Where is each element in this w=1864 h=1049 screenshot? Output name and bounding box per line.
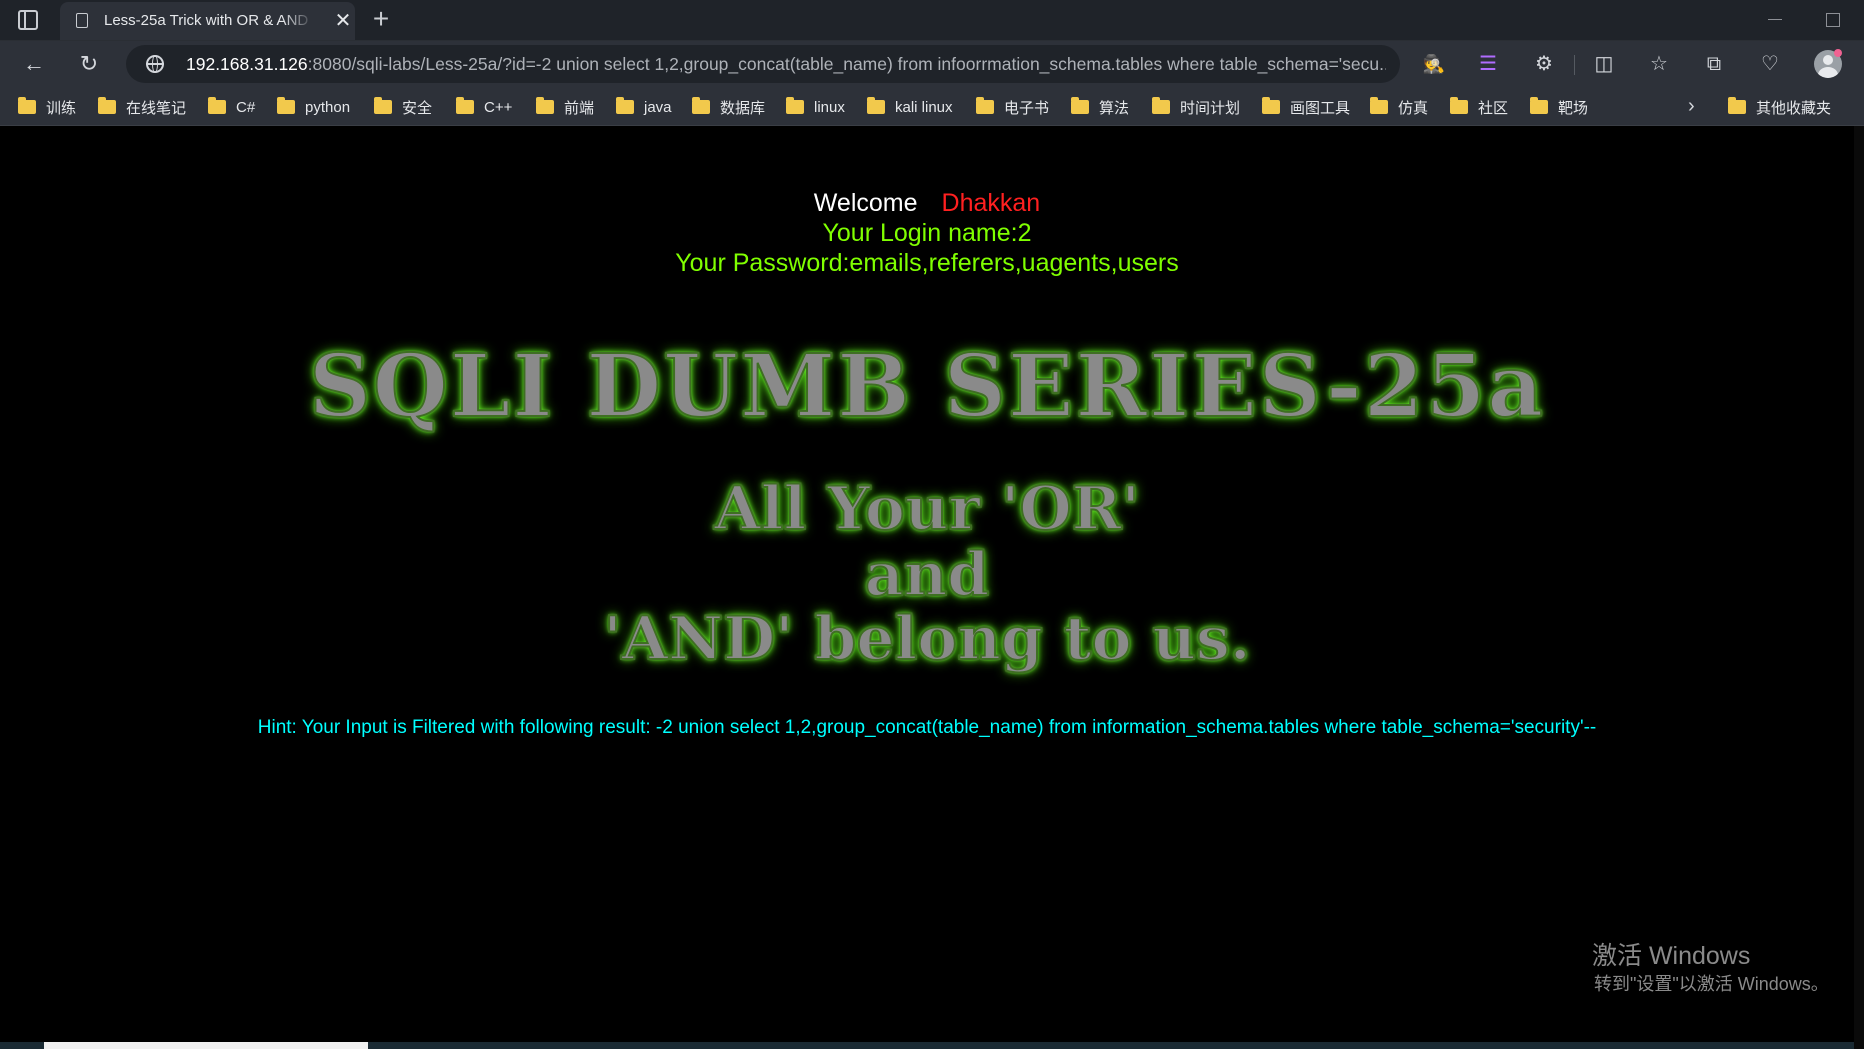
folder-icon bbox=[976, 97, 994, 114]
folder-icon bbox=[1262, 97, 1280, 114]
bookmark-folder[interactable]: C# bbox=[208, 96, 255, 118]
login-name-text: Your Login name:2 bbox=[822, 219, 1032, 247]
banner-line-belong: 'AND' belong to us. bbox=[602, 603, 1251, 675]
other-favorites-folder[interactable]: 其他收藏夹 bbox=[1728, 96, 1831, 118]
navigation-toolbar: ← ↻ 192.168.31.126:8080/sqli-labs/Less-2… bbox=[0, 41, 1864, 87]
bookmark-folder[interactable]: 安全 bbox=[374, 96, 432, 118]
hint-text: Hint: Your Input is Filtered with follow… bbox=[257, 717, 1597, 738]
folder-icon bbox=[1728, 97, 1746, 114]
new-tab-button[interactable]: + bbox=[368, 5, 394, 33]
back-arrow-icon[interactable]: ← bbox=[20, 50, 48, 78]
banner-line-or: All Your 'OR' bbox=[713, 473, 1141, 545]
bookmark-folder[interactable]: python bbox=[277, 96, 350, 118]
url-text[interactable]: 192.168.31.126:8080/sqli-labs/Less-25a/?… bbox=[186, 54, 1386, 76]
tab-strip: Less-25a Trick with OR & AND Blind ✕ + bbox=[0, 0, 1864, 41]
horizontal-scrollbar-thumb[interactable] bbox=[44, 1042, 368, 1049]
favorites-icon[interactable]: ☆ bbox=[1645, 50, 1673, 78]
url-host: 192.168.31.126 bbox=[186, 54, 308, 74]
bookmark-folder[interactable]: 在线笔记 bbox=[98, 96, 186, 118]
bookmarks-bar: 训练 在线笔记 C# python 安全 C++ 前端 java 数据库 lin… bbox=[0, 87, 1864, 126]
series-banner: SQLI DUMB SERIES-25a bbox=[308, 335, 1546, 438]
folder-icon bbox=[1370, 97, 1388, 114]
welcome-text: Welcome bbox=[813, 189, 918, 217]
tab-title: Less-25a Trick with OR & AND Blind bbox=[104, 12, 314, 29]
close-tab-icon[interactable]: ✕ bbox=[332, 10, 354, 32]
restore-icon[interactable] bbox=[1826, 13, 1840, 27]
tab-actions-icon[interactable] bbox=[18, 10, 38, 30]
bookmark-folder[interactable]: 训练 bbox=[18, 96, 76, 118]
bookmark-folder[interactable]: 电子书 bbox=[976, 96, 1049, 118]
folder-icon bbox=[786, 97, 804, 114]
folder-icon bbox=[1071, 97, 1089, 114]
folder-icon bbox=[98, 97, 116, 114]
banner-line-and: and bbox=[864, 539, 990, 611]
bookmark-folder[interactable]: kali linux bbox=[867, 96, 953, 118]
bookmark-folder[interactable]: 社区 bbox=[1450, 96, 1508, 118]
address-bar[interactable]: 192.168.31.126:8080/sqli-labs/Less-25a/?… bbox=[126, 45, 1400, 83]
activation-watermark-title: 激活 Windows bbox=[1592, 942, 1751, 970]
split-screen-icon[interactable]: ◫ bbox=[1590, 50, 1618, 78]
folder-icon bbox=[536, 97, 554, 114]
folder-icon bbox=[374, 97, 392, 114]
chevron-right-icon[interactable]: › bbox=[1688, 95, 1695, 117]
bookmark-folder[interactable]: 靶场 bbox=[1530, 96, 1588, 118]
folder-icon bbox=[867, 97, 885, 114]
bookmark-folder[interactable]: C++ bbox=[456, 96, 512, 118]
collections-icon[interactable]: ⧉ bbox=[1700, 50, 1728, 78]
password-text: Your Password:emails,referers,uagents,us… bbox=[675, 249, 1179, 277]
bookmark-folder[interactable]: 画图工具 bbox=[1262, 96, 1350, 118]
user-name: Dhakkan bbox=[941, 189, 1041, 217]
bookmark-folder[interactable]: 算法 bbox=[1071, 96, 1129, 118]
site-info-icon[interactable] bbox=[146, 55, 164, 73]
hacker-extension-icon[interactable]: 🕵 bbox=[1420, 50, 1448, 78]
profile-badge bbox=[1834, 49, 1842, 57]
folder-icon bbox=[208, 97, 226, 114]
bookmark-folder[interactable]: java bbox=[616, 96, 672, 118]
web-page: Welcome Dhakkan Your Login name:2 Your Pa… bbox=[0, 126, 1854, 1049]
browser-essentials-icon[interactable]: ♡ bbox=[1756, 50, 1784, 78]
active-tab[interactable]: Less-25a Trick with OR & AND Blind ✕ bbox=[60, 2, 355, 40]
folder-icon bbox=[692, 97, 710, 114]
bookmark-folder[interactable]: 数据库 bbox=[692, 96, 765, 118]
bookmark-folder[interactable]: 时间计划 bbox=[1152, 96, 1240, 118]
stack-extension-icon[interactable]: ☰ bbox=[1474, 50, 1502, 78]
folder-icon bbox=[277, 97, 295, 114]
folder-icon bbox=[18, 97, 36, 114]
folder-icon bbox=[456, 97, 474, 114]
minimize-icon[interactable] bbox=[1768, 19, 1782, 20]
folder-icon bbox=[1450, 97, 1468, 114]
bookmark-folder[interactable]: 仿真 bbox=[1370, 96, 1428, 118]
bookmark-folder[interactable]: 前端 bbox=[536, 96, 594, 118]
welcome-line: Welcome Dhakkan bbox=[0, 188, 1854, 218]
activation-watermark-text: 转到"设置"以激活 Windows。 bbox=[1594, 974, 1829, 994]
folder-icon bbox=[1530, 97, 1548, 114]
page-icon bbox=[76, 13, 88, 28]
refresh-icon[interactable]: ↻ bbox=[75, 50, 103, 78]
folder-icon bbox=[1152, 97, 1170, 114]
extensions-icon[interactable]: ⚙ bbox=[1530, 50, 1558, 78]
folder-icon bbox=[616, 97, 634, 114]
toolbar-divider bbox=[1574, 55, 1575, 75]
bookmark-folder[interactable]: linux bbox=[786, 96, 845, 118]
url-path: :8080/sqli-labs/Less-25a/?id=-2 union se… bbox=[307, 54, 1386, 74]
vertical-scrollbar[interactable] bbox=[1854, 126, 1864, 1049]
